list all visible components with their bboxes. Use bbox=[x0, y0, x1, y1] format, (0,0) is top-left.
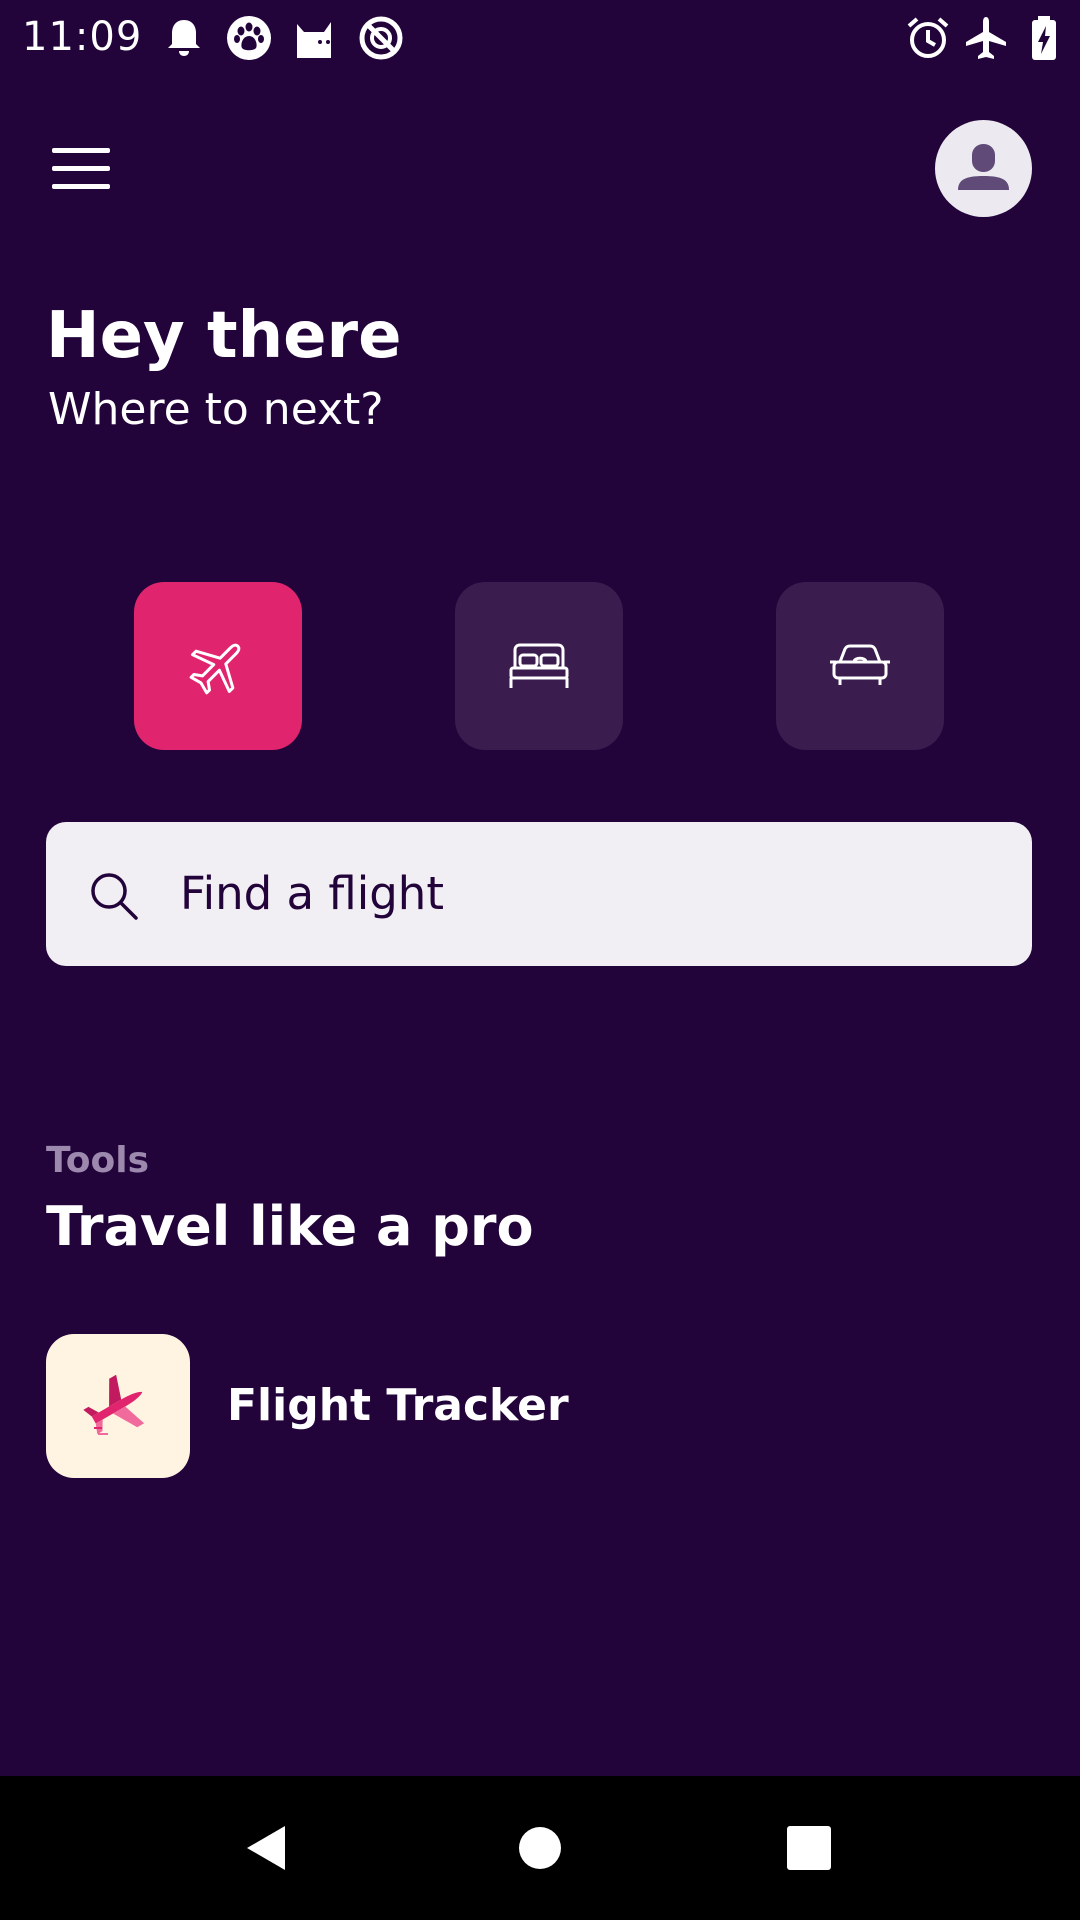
airplane-mode-icon bbox=[962, 14, 1010, 62]
bed-icon bbox=[509, 643, 569, 688]
section-eyebrow: Tools bbox=[46, 1140, 150, 1181]
navigation-bar bbox=[0, 1776, 1080, 1920]
paw-icon bbox=[225, 14, 273, 62]
flight-tracker-icon bbox=[83, 1374, 145, 1435]
search-icon bbox=[86, 868, 142, 924]
airplane-icon bbox=[189, 643, 241, 695]
tab-hotels[interactable] bbox=[455, 582, 623, 750]
home-icon bbox=[519, 1827, 561, 1869]
person-icon bbox=[958, 144, 1009, 190]
back-button[interactable] bbox=[225, 1808, 305, 1888]
status-time: 11:09 bbox=[22, 14, 143, 60]
alarm-icon bbox=[904, 14, 952, 62]
flight-tracker-thumbnail bbox=[46, 1334, 190, 1478]
recents-button[interactable] bbox=[769, 1808, 849, 1888]
search-input[interactable]: Find a flight bbox=[46, 822, 1032, 966]
cat-icon bbox=[290, 14, 338, 62]
battery-charging-icon bbox=[1020, 14, 1068, 62]
avatar-button[interactable] bbox=[935, 120, 1032, 217]
flight-tracker-item[interactable]: Flight Tracker bbox=[46, 1334, 1032, 1478]
no-sync-icon bbox=[357, 14, 405, 62]
section-title: Travel like a pro bbox=[46, 1195, 534, 1258]
hamburger-menu-icon bbox=[52, 148, 110, 153]
recents-icon bbox=[787, 1826, 831, 1870]
search-placeholder: Find a flight bbox=[180, 867, 444, 920]
greeting-subtitle: Where to next? bbox=[48, 384, 384, 435]
car-icon bbox=[830, 644, 890, 685]
tab-flights[interactable] bbox=[134, 582, 302, 750]
menu-button[interactable] bbox=[44, 140, 116, 196]
bell-icon bbox=[160, 14, 208, 62]
back-icon bbox=[247, 1826, 285, 1870]
greeting-title: Hey there bbox=[46, 299, 402, 373]
home-button[interactable] bbox=[500, 1808, 580, 1888]
flight-tracker-label: Flight Tracker bbox=[227, 1380, 569, 1431]
tab-car-hire[interactable] bbox=[776, 582, 944, 750]
status-bar: 11:09 bbox=[0, 0, 1080, 74]
